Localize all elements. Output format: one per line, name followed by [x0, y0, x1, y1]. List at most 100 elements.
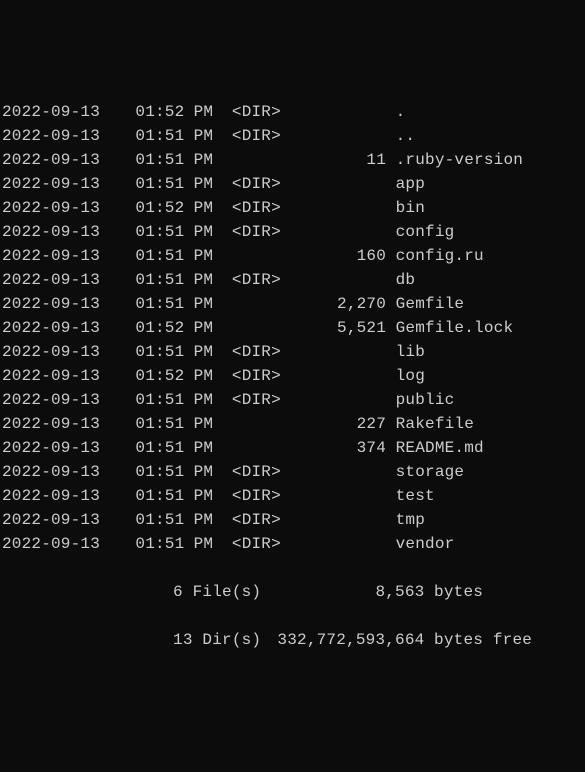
entry-name: ..	[386, 124, 415, 148]
dir-entry-row: 2022-09-1301:52PM<DIR> log	[2, 364, 583, 388]
entry-time: 01:51	[98, 460, 184, 484]
entry-ampm: PM	[184, 268, 213, 292]
entry-ampm: PM	[184, 244, 213, 268]
entry-ampm: PM	[184, 508, 213, 532]
entry-time: 01:52	[98, 100, 184, 124]
entry-name: Rakefile	[386, 412, 474, 436]
entry-date: 2022-09-13	[2, 340, 98, 364]
entry-date: 2022-09-13	[2, 196, 98, 220]
summary-dirs-bytes: 332,772,593,664	[261, 628, 424, 652]
dir-entry-row: 2022-09-1301:51PM<DIR> tmp	[2, 508, 583, 532]
entry-date: 2022-09-13	[2, 100, 98, 124]
entry-ampm: PM	[184, 460, 213, 484]
dir-entry-row: 2022-09-1301:51PM374README.md	[2, 436, 583, 460]
entry-dir-flag: <DIR>	[213, 220, 299, 244]
entry-date: 2022-09-13	[2, 364, 98, 388]
entry-time: 01:51	[98, 292, 184, 316]
entry-ampm: PM	[184, 316, 213, 340]
entry-dir-flag: <DIR>	[213, 364, 299, 388]
entry-date: 2022-09-13	[2, 244, 98, 268]
dir-entry-row: 2022-09-1301:52PM<DIR>.	[2, 100, 583, 124]
entry-ampm: PM	[184, 124, 213, 148]
entry-time: 01:51	[98, 148, 184, 172]
entry-name: log	[386, 364, 425, 388]
dir-entry-row: 2022-09-1301:51PM2,270Gemfile	[2, 292, 583, 316]
entry-ampm: PM	[184, 100, 213, 124]
dir-entry-row: 2022-09-1301:51PM11.ruby-version	[2, 148, 583, 172]
entry-date: 2022-09-13	[2, 484, 98, 508]
entry-name: bin	[386, 196, 425, 220]
entry-time: 01:51	[98, 412, 184, 436]
entry-time: 01:52	[98, 316, 184, 340]
entry-name: .	[386, 100, 405, 124]
entry-ampm: PM	[184, 148, 213, 172]
summary-dirs-line: 13 Dir(s)332,772,593,664bytes free	[2, 628, 583, 652]
dir-entry-row: 2022-09-1301:51PM<DIR>test	[2, 484, 583, 508]
summary-dirs-label: 13 Dir(s)	[2, 628, 261, 652]
dir-entry-row: 2022-09-1301:51PM<DIR>storage	[2, 460, 583, 484]
entry-size: 160	[300, 244, 386, 268]
entry-size: 374	[300, 436, 386, 460]
entry-date: 2022-09-13	[2, 412, 98, 436]
summary-files-label: 6 File(s)	[2, 580, 261, 604]
entry-ampm: PM	[184, 436, 213, 460]
entry-time: 01:51	[98, 220, 184, 244]
entry-date: 2022-09-13	[2, 532, 98, 556]
entry-name: db	[386, 268, 415, 292]
entry-name: Gemfile	[386, 292, 464, 316]
entry-time: 01:52	[98, 364, 184, 388]
dir-entry-row: 2022-09-1301:52PM5,521Gemfile.lock	[2, 316, 583, 340]
entry-ampm: PM	[184, 532, 213, 556]
entry-time: 01:51	[98, 268, 184, 292]
entry-dir-flag: <DIR>	[213, 340, 299, 364]
entry-dir-flag: <DIR>	[213, 196, 299, 220]
entry-dir-flag: <DIR>	[213, 100, 299, 124]
entry-date: 2022-09-13	[2, 292, 98, 316]
entry-time: 01:51	[98, 340, 184, 364]
entry-ampm: PM	[184, 292, 213, 316]
dir-entry-row: 2022-09-1301:51PM<DIR>db	[2, 268, 583, 292]
entry-ampm: PM	[184, 388, 213, 412]
entry-name: lib	[386, 340, 425, 364]
entry-date: 2022-09-13	[2, 124, 98, 148]
entry-date: 2022-09-13	[2, 268, 98, 292]
dir-entry-row: 2022-09-1301:51PM<DIR> public	[2, 388, 583, 412]
entry-size: 11	[300, 148, 386, 172]
dir-entry-row: 2022-09-1301:51PM<DIR>config	[2, 220, 583, 244]
entry-name: test	[386, 484, 435, 508]
dir-entry-row: 2022-09-1301:51PM227Rakefile	[2, 412, 583, 436]
dir-entry-row: 2022-09-1301:51PM<DIR>vendor	[2, 532, 583, 556]
entry-date: 2022-09-13	[2, 388, 98, 412]
entry-dir-flag: <DIR>	[213, 484, 299, 508]
dir-entry-row: 2022-09-1301:52PM<DIR>bin	[2, 196, 583, 220]
entry-dir-flag: <DIR>	[213, 460, 299, 484]
summary-files-bytes: 8,563	[261, 580, 424, 604]
entry-time: 01:51	[98, 172, 184, 196]
entry-name: public	[386, 388, 454, 412]
entry-size: 227	[300, 412, 386, 436]
entry-date: 2022-09-13	[2, 508, 98, 532]
entry-time: 01:51	[98, 508, 184, 532]
dir-entry-row: 2022-09-1301:51PM<DIR>app	[2, 172, 583, 196]
entry-ampm: PM	[184, 340, 213, 364]
entry-dir-flag: <DIR>	[213, 388, 299, 412]
entry-time: 01:52	[98, 196, 184, 220]
entry-ampm: PM	[184, 220, 213, 244]
dir-entry-row: 2022-09-1301:51PM160config.ru	[2, 244, 583, 268]
entry-size: 5,521	[300, 316, 386, 340]
entry-time: 01:51	[98, 532, 184, 556]
entry-ampm: PM	[184, 364, 213, 388]
entry-dir-flag: <DIR>	[213, 172, 299, 196]
entry-time: 01:51	[98, 124, 184, 148]
entry-name: tmp	[386, 508, 425, 532]
entry-date: 2022-09-13	[2, 172, 98, 196]
entry-dir-flag: <DIR>	[213, 508, 299, 532]
summary-files-unit: bytes	[424, 580, 483, 604]
entry-time: 01:51	[98, 388, 184, 412]
entry-date: 2022-09-13	[2, 436, 98, 460]
entry-name: app	[386, 172, 425, 196]
entry-name: config	[386, 220, 454, 244]
entry-date: 2022-09-13	[2, 148, 98, 172]
entry-date: 2022-09-13	[2, 316, 98, 340]
dir-entry-row: 2022-09-1301:51PM<DIR> lib	[2, 340, 583, 364]
